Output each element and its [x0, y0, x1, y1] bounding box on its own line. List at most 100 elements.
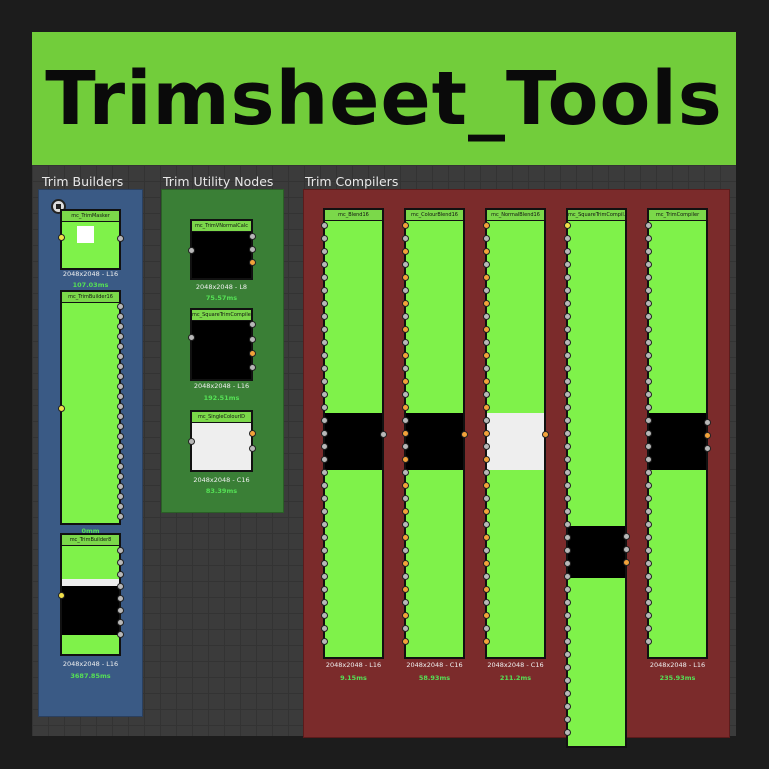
node-normal-blend16[interactable]: mc_NormalBlend16 — [485, 208, 546, 659]
input-port[interactable] — [563, 377, 571, 385]
input-port[interactable] — [401, 637, 409, 645]
output-port[interactable] — [116, 462, 124, 470]
input-port[interactable] — [644, 520, 652, 528]
input-port[interactable] — [563, 494, 571, 502]
node-single-colour[interactable]: mc_SingleColourID — [190, 410, 253, 472]
input-port[interactable] — [563, 650, 571, 658]
input-port[interactable] — [401, 273, 409, 281]
input-port[interactable] — [320, 221, 328, 229]
output-port[interactable] — [622, 545, 630, 553]
input-port[interactable] — [644, 325, 652, 333]
input-port[interactable] — [482, 442, 490, 450]
input-port[interactable] — [320, 234, 328, 242]
input-port[interactable] — [563, 546, 571, 554]
input-port[interactable] — [187, 246, 195, 254]
output-port[interactable] — [116, 352, 124, 360]
input-port[interactable] — [644, 585, 652, 593]
output-port[interactable] — [116, 442, 124, 450]
input-port[interactable] — [320, 260, 328, 268]
input-port[interactable] — [482, 390, 490, 398]
input-port[interactable] — [320, 637, 328, 645]
output-port[interactable] — [703, 431, 711, 439]
input-port[interactable] — [644, 364, 652, 372]
node-square-compiler[interactable]: mc_SquareTrimCompiler — [190, 308, 253, 381]
input-port[interactable] — [644, 351, 652, 359]
node-square-trim-comp[interactable]: mc_SquareTrimCompil... — [566, 208, 627, 748]
output-port[interactable] — [248, 349, 256, 357]
input-port[interactable] — [644, 390, 652, 398]
input-port[interactable] — [644, 234, 652, 242]
input-port[interactable] — [482, 611, 490, 619]
input-port[interactable] — [401, 546, 409, 554]
input-port[interactable] — [401, 520, 409, 528]
output-port[interactable] — [116, 234, 124, 242]
input-port[interactable] — [563, 468, 571, 476]
node-trim-compiler[interactable]: mc_TrimCompiler — [647, 208, 708, 659]
input-port[interactable] — [644, 507, 652, 515]
output-port[interactable] — [116, 482, 124, 490]
input-port[interactable] — [401, 611, 409, 619]
input-port[interactable] — [563, 598, 571, 606]
input-port[interactable] — [401, 299, 409, 307]
input-port[interactable] — [644, 624, 652, 632]
input-port[interactable] — [401, 572, 409, 580]
output-port[interactable] — [116, 472, 124, 480]
input-port[interactable] — [563, 611, 571, 619]
output-port[interactable] — [379, 430, 387, 438]
input-port[interactable] — [563, 325, 571, 333]
input-port[interactable] — [563, 416, 571, 424]
input-port[interactable] — [563, 338, 571, 346]
input-port[interactable] — [401, 260, 409, 268]
input-port[interactable] — [644, 247, 652, 255]
input-port[interactable] — [401, 234, 409, 242]
node-blend16[interactable]: mc_Blend16 — [323, 208, 384, 659]
output-port[interactable] — [248, 429, 256, 437]
input-port[interactable] — [644, 260, 652, 268]
input-port[interactable] — [401, 455, 409, 463]
input-port[interactable] — [401, 429, 409, 437]
output-port[interactable] — [116, 492, 124, 500]
output-port[interactable] — [248, 258, 256, 266]
input-port[interactable] — [320, 403, 328, 411]
input-port[interactable] — [644, 312, 652, 320]
output-port[interactable] — [703, 444, 711, 452]
input-port[interactable] — [563, 351, 571, 359]
input-port[interactable] — [644, 559, 652, 567]
input-port[interactable] — [563, 260, 571, 268]
input-port[interactable] — [320, 273, 328, 281]
output-port[interactable] — [116, 322, 124, 330]
input-port[interactable] — [401, 507, 409, 515]
input-port[interactable] — [644, 455, 652, 463]
input-port[interactable] — [482, 429, 490, 437]
input-port[interactable] — [563, 364, 571, 372]
output-port[interactable] — [116, 630, 124, 638]
input-port[interactable] — [401, 468, 409, 476]
input-port[interactable] — [644, 533, 652, 541]
input-port[interactable] — [482, 403, 490, 411]
input-port[interactable] — [320, 377, 328, 385]
input-port[interactable] — [401, 312, 409, 320]
output-port[interactable] — [116, 382, 124, 390]
input-port[interactable] — [644, 429, 652, 437]
input-port[interactable] — [401, 403, 409, 411]
input-port[interactable] — [320, 533, 328, 541]
input-port[interactable] — [563, 299, 571, 307]
input-port[interactable] — [563, 273, 571, 281]
output-port[interactable] — [622, 558, 630, 566]
input-port[interactable] — [482, 364, 490, 372]
input-port[interactable] — [644, 377, 652, 385]
output-port[interactable] — [116, 362, 124, 370]
output-port[interactable] — [116, 412, 124, 420]
input-port[interactable] — [320, 338, 328, 346]
input-port[interactable] — [482, 234, 490, 242]
input-port[interactable] — [563, 585, 571, 593]
output-port[interactable] — [116, 392, 124, 400]
input-port[interactable] — [644, 481, 652, 489]
input-port[interactable] — [57, 404, 65, 412]
input-port[interactable] — [401, 390, 409, 398]
output-port[interactable] — [116, 302, 124, 310]
output-port[interactable] — [116, 606, 124, 614]
output-port[interactable] — [116, 312, 124, 320]
input-port[interactable] — [401, 416, 409, 424]
input-port[interactable] — [482, 546, 490, 554]
